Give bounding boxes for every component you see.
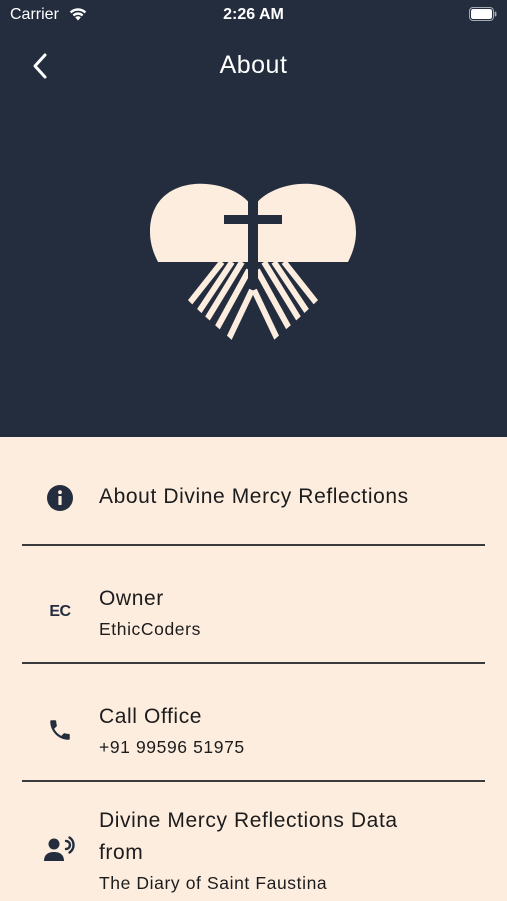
item-title: Divine Mercy Reflections Data from	[99, 809, 398, 864]
item-subtitle: The Diary of Saint Faustina	[99, 873, 328, 893]
list-item-data-source[interactable]: Divine Mercy Reflections Data from The D…	[0, 781, 507, 901]
phone-icon	[44, 714, 76, 746]
ec-logo-icon: EC	[44, 596, 76, 628]
list-item-about[interactable]: About Divine Mercy Reflections	[0, 437, 507, 546]
item-subtitle: +91 99596 51975	[99, 737, 245, 757]
status-bar: Carrier 2:26 AM	[0, 0, 507, 30]
app-header: Carrier 2:26 AM About	[0, 0, 507, 437]
item-title: Owner	[99, 587, 164, 610]
item-subtitle: EthicCoders	[99, 619, 201, 639]
divine-mercy-logo	[150, 183, 356, 360]
clock: 2:26 AM	[223, 6, 284, 23]
list-item-owner[interactable]: EC Owner EthicCoders	[0, 545, 507, 664]
item-title: Call Office	[99, 705, 203, 728]
ec-logo-text: EC	[49, 603, 71, 620]
list-item-call-office[interactable]: Call Office +91 99596 51975	[0, 663, 507, 782]
battery-icon	[469, 7, 497, 21]
record-voice-icon	[44, 833, 76, 865]
info-icon	[44, 482, 76, 514]
item-title: About Divine Mercy Reflections	[99, 485, 409, 508]
about-list: About Divine Mercy Reflections EC Owner …	[0, 437, 507, 901]
page-title: About	[219, 51, 288, 79]
